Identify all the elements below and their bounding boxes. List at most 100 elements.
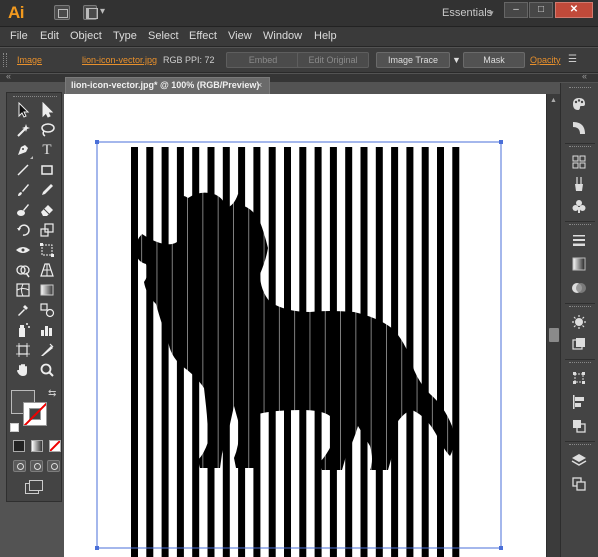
menu-window[interactable]: Window: [263, 30, 302, 42]
go-to-bridge-button[interactable]: [54, 5, 70, 20]
menu-type[interactable]: Type: [113, 30, 137, 42]
pen-tool-icon[interactable]: [13, 141, 33, 159]
magic-wand-tool-icon[interactable]: [13, 121, 33, 139]
dock-grip[interactable]: [569, 306, 591, 309]
chevron-down-icon[interactable]: ▾: [100, 6, 105, 17]
draw-normal-icon[interactable]: [13, 460, 26, 472]
swap-fill-stroke-icon[interactable]: ⇆: [48, 388, 56, 399]
transparency-panel-icon[interactable]: [569, 279, 589, 297]
column-graph-tool-icon[interactable]: [37, 321, 57, 339]
blob-brush-tool-icon[interactable]: [13, 201, 33, 219]
workspace-switcher[interactable]: Essentials: [442, 7, 492, 19]
stroke-swatch[interactable]: [23, 402, 47, 426]
trace-presets-dropdown[interactable]: ▼: [452, 55, 461, 65]
chevron-down-icon[interactable]: ▾: [489, 8, 494, 19]
menu-view[interactable]: View: [228, 30, 252, 42]
object-type-link[interactable]: Image: [17, 55, 42, 65]
menu-select[interactable]: Select: [148, 30, 179, 42]
rotate-tool-icon[interactable]: [13, 221, 33, 239]
edit-original-button[interactable]: Edit Original: [297, 52, 369, 68]
blend-tool-icon[interactable]: [37, 301, 57, 319]
menu-edit[interactable]: Edit: [40, 30, 59, 42]
gradient-tool-icon[interactable]: [37, 281, 57, 299]
draw-inside-icon[interactable]: [47, 460, 60, 472]
close-tab-icon[interactable]: ×: [257, 80, 262, 90]
slice-tool-icon[interactable]: [37, 341, 57, 359]
scale-tool-icon[interactable]: [37, 221, 57, 239]
selection-handle[interactable]: [95, 140, 99, 144]
color-panel-icon[interactable]: [569, 95, 589, 113]
draw-behind-icon[interactable]: [30, 460, 43, 472]
mesh-tool-icon[interactable]: [13, 281, 33, 299]
embed-button[interactable]: Embed: [226, 52, 300, 68]
selection-handle[interactable]: [499, 140, 503, 144]
dock-grip[interactable]: [569, 224, 591, 227]
panel-menu-icon[interactable]: ☰: [568, 54, 582, 66]
menu-object[interactable]: Object: [70, 30, 102, 42]
direct-selection-tool-icon[interactable]: [37, 101, 57, 119]
vertical-scrollbar[interactable]: ▲: [546, 94, 560, 557]
layers-panel-icon[interactable]: [569, 451, 589, 469]
rectangle-tool-icon[interactable]: [37, 161, 57, 179]
eraser-tool-icon[interactable]: [37, 201, 57, 219]
menu-effect[interactable]: Effect: [189, 30, 217, 42]
brushes-panel-icon[interactable]: [569, 175, 589, 193]
gradient-panel-icon[interactable]: [569, 255, 589, 273]
screen-mode-icon[interactable]: [25, 480, 43, 494]
collapse-left-icon[interactable]: «: [6, 71, 11, 81]
lasso-tool-icon[interactable]: [37, 121, 57, 139]
swatches-panel-icon[interactable]: [569, 153, 589, 171]
dock-grip[interactable]: [569, 444, 591, 447]
gradient-mode-icon[interactable]: [31, 440, 43, 452]
shape-builder-tool-icon[interactable]: [13, 261, 33, 279]
artboards-panel-icon[interactable]: [569, 475, 589, 493]
paintbrush-tool-icon[interactable]: [13, 181, 33, 199]
line-segment-tool-icon[interactable]: [13, 161, 33, 179]
image-trace-button[interactable]: Image Trace: [376, 52, 450, 68]
zoom-tool-icon[interactable]: [37, 361, 57, 379]
tools-panel-grip[interactable]: [13, 96, 57, 99]
arrange-documents-button[interactable]: [83, 5, 98, 20]
free-transform-tool-icon[interactable]: [37, 241, 57, 259]
none-mode-icon[interactable]: [49, 440, 61, 452]
scroll-up-icon[interactable]: ▲: [550, 97, 557, 104]
graphic-styles-panel-icon[interactable]: [569, 335, 589, 353]
default-fill-stroke-icon[interactable]: [10, 423, 19, 432]
document-tab[interactable]: lion-icon-vector.jpg* @ 100% (RGB/Previe…: [65, 77, 270, 94]
hand-tool-icon[interactable]: [13, 361, 33, 379]
selection-handle[interactable]: [499, 546, 503, 550]
mask-button[interactable]: Mask: [463, 52, 525, 68]
dock-grip[interactable]: [569, 146, 591, 149]
maximize-button[interactable]: □: [529, 2, 553, 18]
selection-handle[interactable]: [95, 546, 99, 550]
close-button[interactable]: ✕: [555, 2, 593, 18]
pathfinder-panel-icon[interactable]: [569, 417, 589, 435]
appearance-panel-icon[interactable]: [569, 313, 589, 331]
color-mode-icon[interactable]: [13, 440, 25, 452]
dock-grip[interactable]: [569, 362, 591, 365]
menu-file[interactable]: File: [10, 30, 28, 42]
color-guide-panel-icon[interactable]: [569, 119, 589, 137]
pencil-tool-icon[interactable]: [37, 181, 57, 199]
align-panel-icon[interactable]: [569, 393, 589, 411]
scroll-thumb[interactable]: [549, 328, 559, 342]
artboard-tool-icon[interactable]: [13, 341, 33, 359]
document-canvas[interactable]: [64, 94, 546, 557]
stroke-panel-icon[interactable]: [569, 231, 589, 249]
symbols-panel-icon[interactable]: [569, 197, 589, 215]
selection-tool-icon[interactable]: [13, 101, 33, 119]
linked-file-link[interactable]: lion-icon-vector.jpg: [82, 55, 157, 65]
symbol-sprayer-tool-icon[interactable]: [13, 321, 33, 339]
control-bar-grip[interactable]: [3, 53, 7, 67]
opacity-link[interactable]: Opacity: [530, 55, 561, 65]
minimize-button[interactable]: –: [504, 2, 528, 18]
dock-grip[interactable]: [569, 87, 591, 90]
menu-help[interactable]: Help: [314, 30, 337, 42]
eyedropper-tool-icon[interactable]: [13, 301, 33, 319]
perspective-grid-tool-icon[interactable]: [37, 261, 57, 279]
transform-panel-icon[interactable]: [569, 369, 589, 387]
dock-separator: [565, 143, 595, 144]
type-tool-icon[interactable]: T: [37, 141, 57, 159]
width-tool-icon[interactable]: [13, 241, 33, 259]
collapse-right-icon[interactable]: «: [582, 71, 587, 81]
